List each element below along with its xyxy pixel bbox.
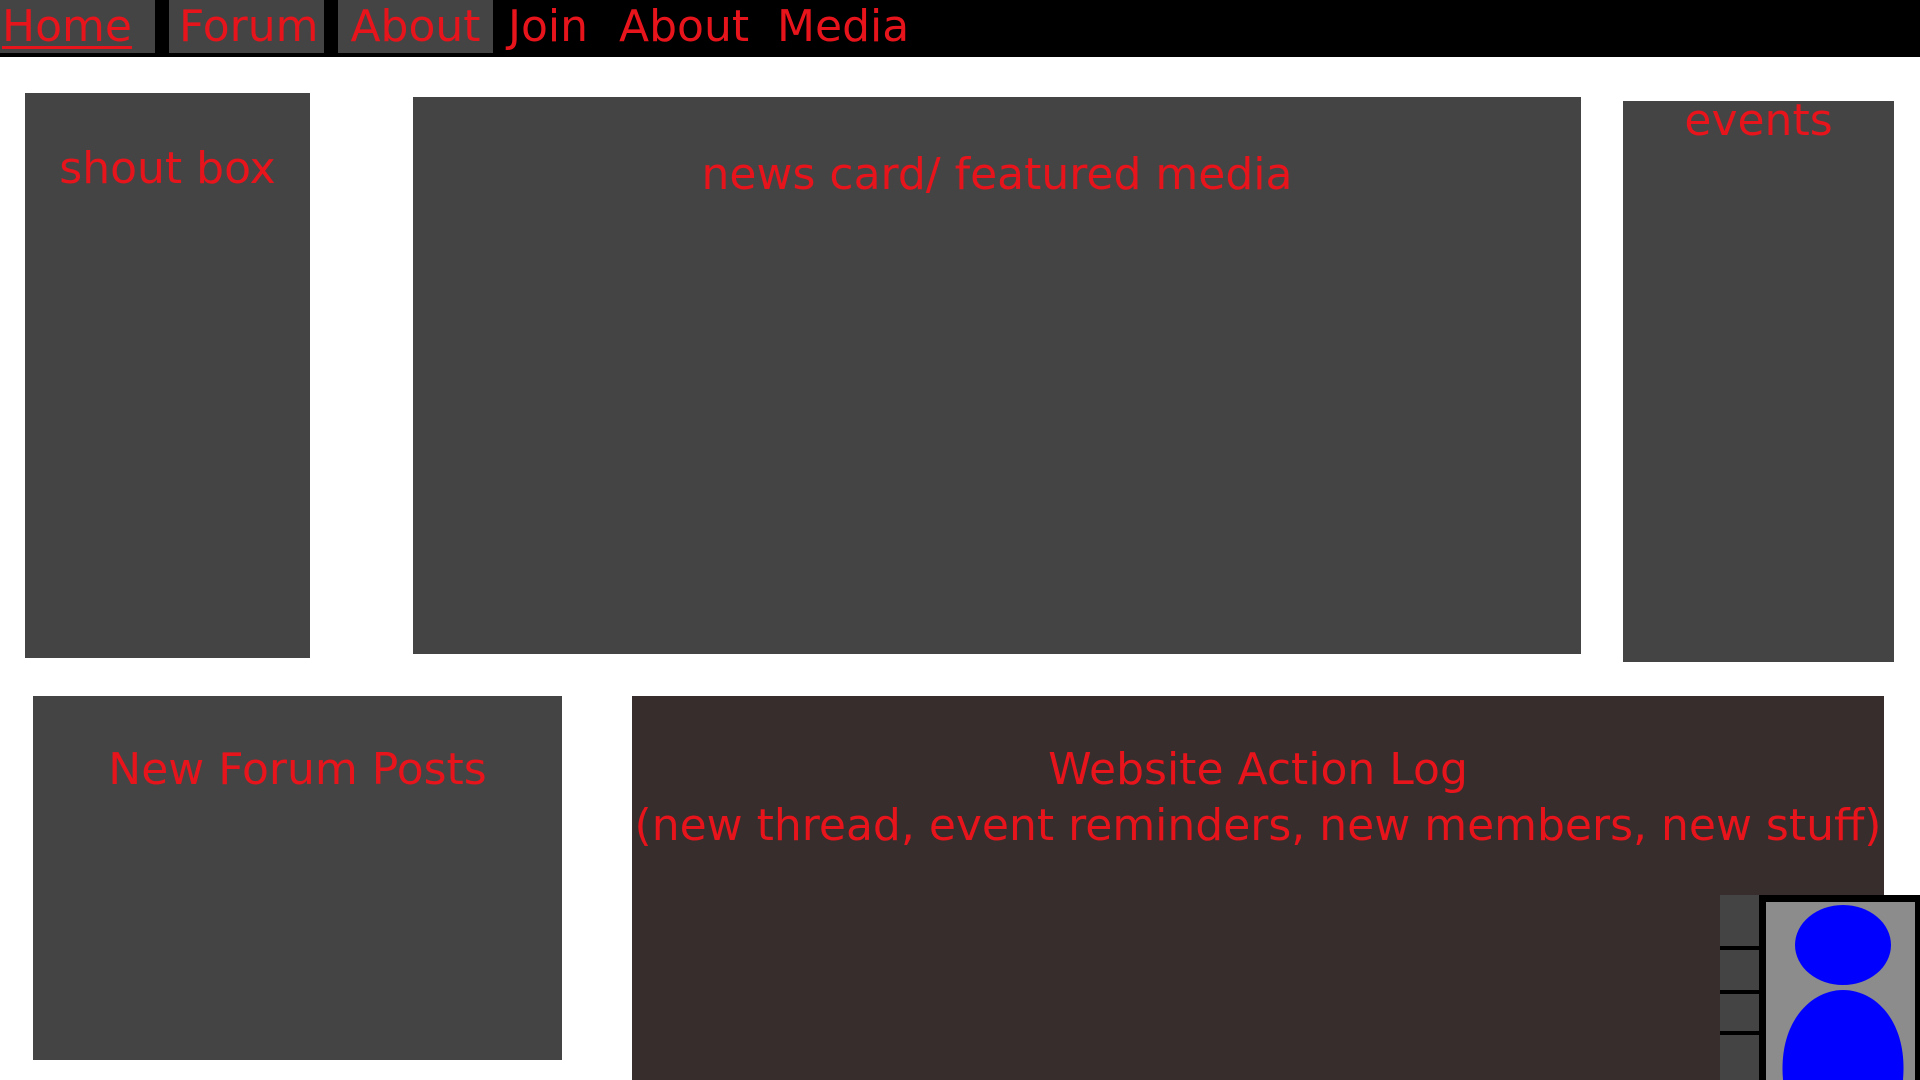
nav-about-link[interactable]: About — [338, 0, 493, 53]
events-title: events — [1684, 95, 1833, 146]
chat-widget-tab[interactable] — [1720, 1035, 1762, 1080]
nav-about-media-link[interactable]: About Media — [619, 0, 909, 53]
chat-widget-tab[interactable] — [1720, 950, 1762, 990]
shout-box-panel[interactable]: shout box — [25, 93, 310, 658]
profile-widget — [1759, 895, 1920, 1080]
nav-home-link[interactable]: Home — [0, 0, 155, 53]
page: Home Forum About Join About Media shout … — [0, 0, 1920, 1080]
avatar[interactable] — [1766, 902, 1915, 1080]
chat-widget-tabs — [1720, 895, 1762, 1080]
nav-join-link[interactable]: Join — [508, 0, 588, 53]
website-action-log-panel[interactable]: Website Action Log (new thread, event re… — [632, 696, 1884, 1080]
user-silhouette-icon — [1782, 905, 1904, 1080]
events-panel[interactable]: events — [1623, 95, 1894, 662]
chat-widget-tab[interactable] — [1720, 994, 1762, 1031]
news-card-title: news card/ featured media — [701, 149, 1293, 200]
nav-forum-link[interactable]: Forum — [169, 0, 324, 53]
shout-box-title: shout box — [59, 143, 276, 194]
top-nav-bar: Home Forum About Join About Media — [0, 0, 1920, 57]
news-card-panel[interactable]: news card/ featured media — [413, 97, 1581, 654]
action-log-title: Website Action Log — [1048, 744, 1468, 795]
new-forum-posts-panel[interactable]: New Forum Posts — [33, 696, 562, 1060]
new-forum-posts-title: New Forum Posts — [108, 744, 487, 795]
chat-widget-tab[interactable] — [1720, 895, 1762, 946]
action-log-subtitle: (new thread, event reminders, new member… — [634, 800, 1882, 851]
